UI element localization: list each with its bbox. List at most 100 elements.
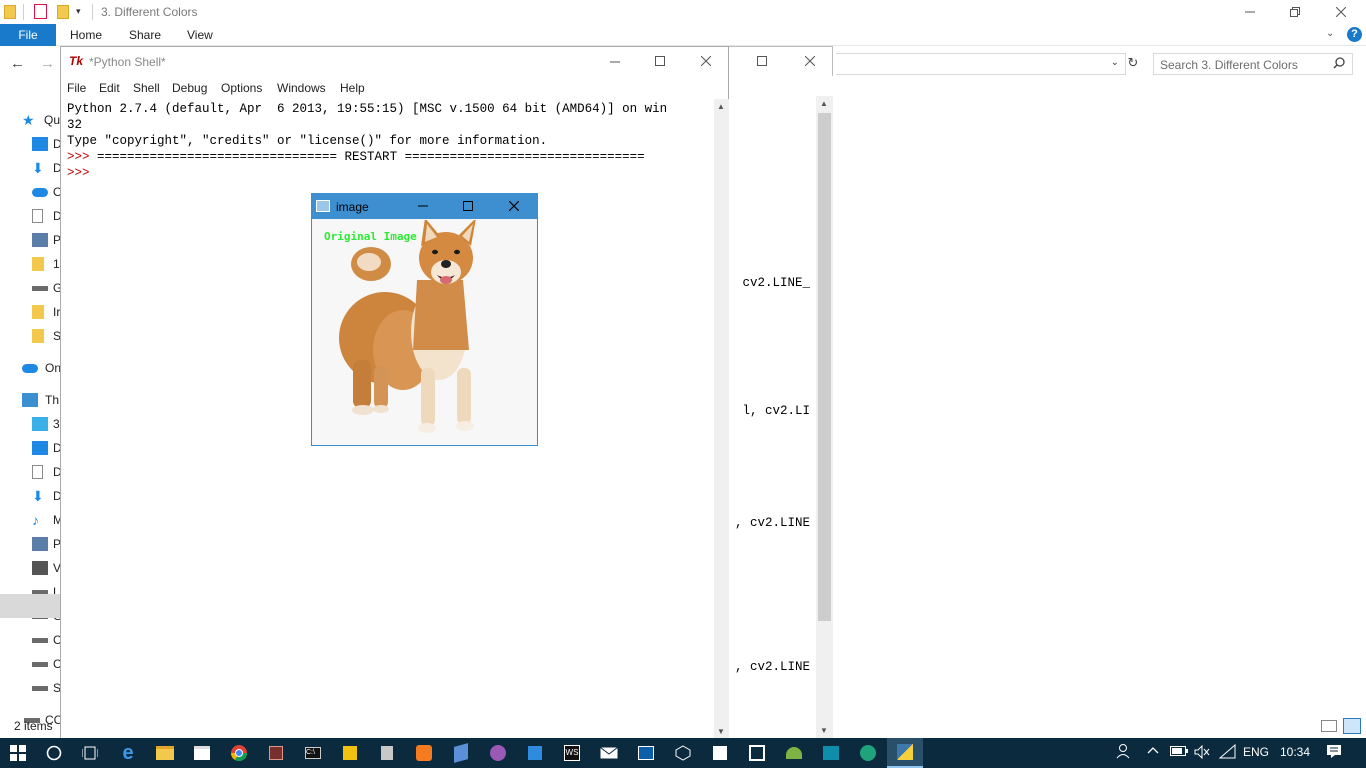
nav-item[interactable]: ♪ M	[0, 508, 61, 532]
taskbar-app[interactable]	[480, 738, 516, 768]
action-center-icon[interactable]	[1326, 744, 1342, 759]
new-folder-icon[interactable]	[57, 5, 69, 19]
back-arrow-icon[interactable]: ←	[10, 55, 25, 72]
task-view-button[interactable]	[72, 738, 108, 768]
ribbon-tab-file[interactable]: File	[0, 24, 56, 46]
ribbon-tab-home[interactable]: Home	[70, 28, 102, 42]
mail-icon	[600, 747, 618, 759]
shell-scrollbar[interactable]: ▲ ▼	[714, 99, 729, 741]
menu-shell[interactable]: Shell	[133, 81, 160, 95]
start-button[interactable]	[0, 738, 36, 768]
minimize-button[interactable]	[610, 57, 620, 67]
large-icons-view-icon[interactable]	[1343, 718, 1361, 734]
menu-file[interactable]: File	[67, 81, 86, 95]
nav-item[interactable]: C	[0, 652, 61, 676]
volume-muted-icon[interactable]	[1194, 745, 1210, 759]
nav-item[interactable]: G	[0, 276, 61, 300]
nav-item[interactable]: D	[0, 436, 61, 460]
restore-button[interactable]	[1272, 0, 1318, 24]
maximize-button[interactable]	[655, 56, 665, 66]
taskbar-app[interactable]	[850, 738, 886, 768]
close-button[interactable]	[1318, 0, 1364, 24]
taskbar-file-explorer[interactable]	[147, 738, 183, 768]
nav-item[interactable]: 3	[0, 412, 60, 436]
minimize-button[interactable]	[418, 201, 428, 211]
scroll-up-icon[interactable]: ▲	[717, 102, 725, 111]
quick-access-dropdown-icon[interactable]: ▾	[76, 6, 81, 17]
maximize-button[interactable]	[463, 201, 473, 211]
nav-item[interactable]: D	[0, 460, 61, 484]
refresh-icon[interactable]: ↻	[1124, 55, 1142, 73]
help-icon[interactable]: ?	[1347, 27, 1362, 42]
taskbar-python-active[interactable]	[887, 738, 923, 768]
taskbar-app[interactable]	[332, 738, 368, 768]
menu-options[interactable]: Options	[221, 81, 262, 95]
taskbar-store[interactable]	[184, 738, 220, 768]
taskbar-app[interactable]	[258, 738, 294, 768]
taskbar-powershell[interactable]	[813, 738, 849, 768]
people-icon[interactable]	[1116, 743, 1132, 759]
close-button[interactable]	[805, 56, 815, 66]
nav-item[interactable]: V	[0, 556, 61, 580]
ribbon-tab-share[interactable]: Share	[129, 28, 161, 42]
taskbar-edge[interactable]: e	[110, 738, 146, 768]
expand-ribbon-icon[interactable]: ⌄	[1326, 28, 1334, 39]
battery-icon[interactable]	[1170, 746, 1188, 756]
nav-item[interactable]: S	[0, 676, 61, 700]
taskbar-app[interactable]	[702, 738, 738, 768]
taskbar-app[interactable]	[628, 738, 664, 768]
nav-item[interactable]: Th	[0, 388, 60, 412]
nav-item[interactable]: P	[0, 228, 61, 252]
scroll-thumb[interactable]	[818, 113, 831, 621]
address-dropdown-icon[interactable]: ⌄	[1111, 57, 1119, 68]
nav-item[interactable]: Ir	[0, 300, 60, 324]
ribbon-tab-view[interactable]: View	[187, 28, 213, 42]
nav-item[interactable]: D	[0, 132, 61, 156]
taskbar-android-studio[interactable]	[776, 738, 812, 768]
minimize-icon	[1245, 11, 1255, 13]
nav-item[interactable]: ★ Qu	[0, 108, 60, 132]
nav-item[interactable]: P	[0, 532, 61, 556]
taskbar-app[interactable]: WS	[554, 738, 590, 768]
taskbar-xampp[interactable]	[406, 738, 442, 768]
nav-item[interactable]: O	[0, 180, 61, 204]
language-indicator[interactable]: ENG	[1243, 745, 1269, 759]
taskbar-app[interactable]	[443, 738, 479, 768]
wifi-icon[interactable]	[1219, 744, 1237, 760]
nav-item[interactable]: ⬇ D	[0, 484, 61, 508]
taskbar-cmd[interactable]: C:\	[295, 738, 331, 768]
close-button[interactable]	[509, 201, 519, 211]
taskbar-mail[interactable]	[591, 738, 627, 768]
nav-item[interactable]: S	[0, 324, 61, 348]
nav-item[interactable]: C	[0, 628, 61, 652]
nav-item[interactable]: D	[0, 204, 61, 228]
taskbar-app[interactable]	[665, 738, 701, 768]
properties-icon[interactable]	[34, 4, 47, 19]
address-bar[interactable]: ⌄	[836, 53, 1126, 75]
close-button[interactable]	[701, 56, 711, 66]
image-canvas[interactable]: Original Image	[313, 220, 536, 445]
menu-edit[interactable]: Edit	[99, 81, 120, 95]
menu-debug[interactable]: Debug	[172, 81, 207, 95]
scroll-down-icon[interactable]: ▼	[820, 726, 828, 735]
minimize-button[interactable]	[1227, 0, 1273, 24]
taskbar-visual-studio[interactable]	[739, 738, 775, 768]
taskbar-app[interactable]	[369, 738, 405, 768]
taskbar-app[interactable]	[517, 738, 553, 768]
nav-item[interactable]: 1	[0, 252, 60, 276]
cortana-button[interactable]	[36, 738, 72, 768]
menu-help[interactable]: Help	[340, 81, 365, 95]
search-input[interactable]: Search 3. Different Colors	[1153, 53, 1353, 75]
scroll-down-icon[interactable]: ▼	[717, 727, 725, 736]
clock[interactable]: 10:34	[1280, 745, 1310, 759]
taskbar-chrome[interactable]	[221, 738, 257, 768]
show-hidden-icons[interactable]	[1147, 745, 1159, 755]
menu-windows[interactable]: Windows	[277, 81, 326, 95]
nav-item[interactable]: On	[0, 356, 61, 380]
editor-scrollbar[interactable]: ▲ ▼	[816, 96, 833, 740]
nav-item[interactable]: ⬇ D	[0, 156, 61, 180]
details-view-icon[interactable]	[1321, 720, 1337, 732]
forward-arrow-icon[interactable]: →	[40, 55, 55, 72]
maximize-button[interactable]	[757, 56, 767, 66]
scroll-up-icon[interactable]: ▲	[820, 99, 828, 108]
